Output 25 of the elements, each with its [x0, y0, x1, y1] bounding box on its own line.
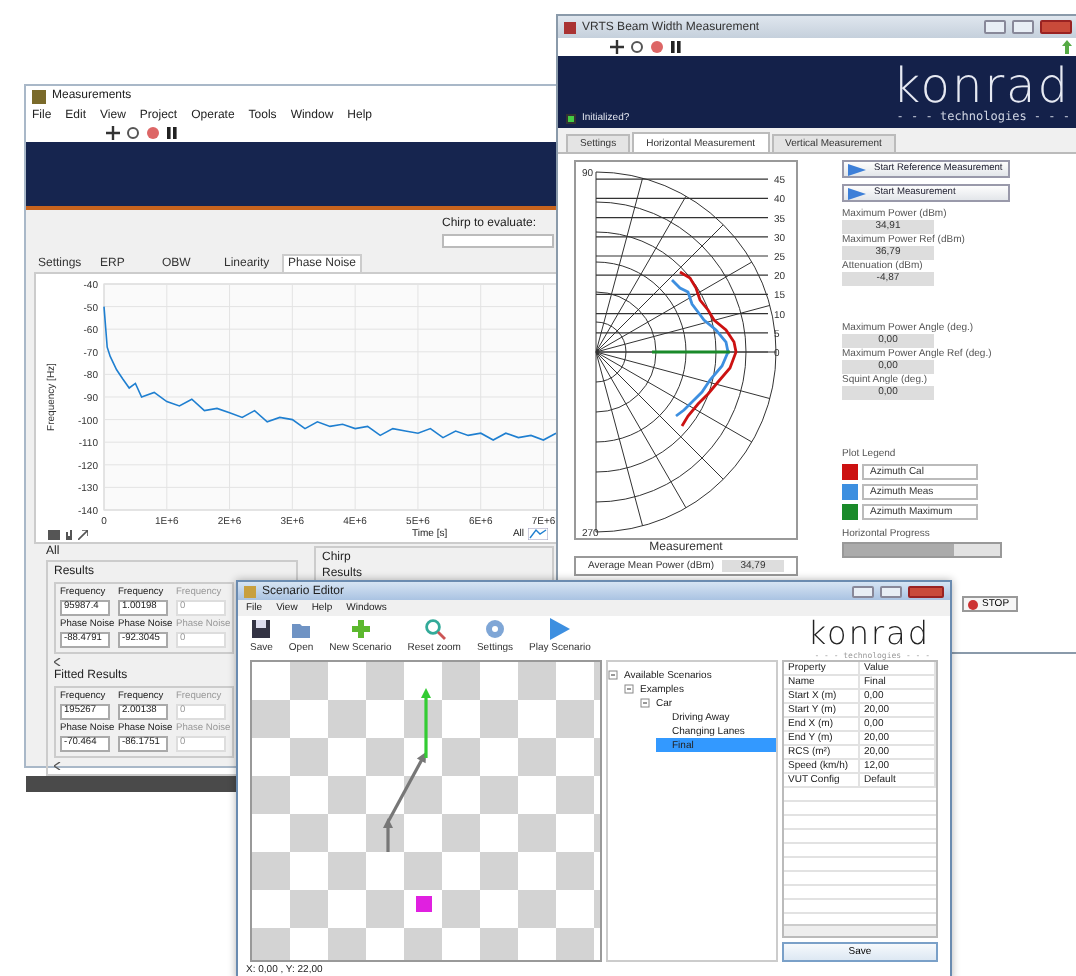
close-button[interactable] — [908, 585, 944, 597]
logo-text: konrad — [892, 62, 1070, 110]
heading-arrow — [421, 688, 431, 758]
target-marker — [416, 896, 432, 912]
minimize-button[interactable] — [984, 20, 1006, 34]
maximize-button[interactable] — [1012, 20, 1034, 34]
stop-icon — [146, 126, 160, 140]
stop-icon — [650, 40, 664, 54]
chirp-field[interactable] — [442, 234, 554, 248]
app-icon — [244, 585, 256, 597]
maximize-button[interactable] — [880, 585, 902, 597]
pause-icon — [670, 40, 682, 54]
grid-canvas[interactable] — [250, 660, 602, 962]
stop-icon — [968, 599, 978, 609]
up-arrow-icon — [1062, 40, 1072, 54]
scroll-left-icon — [54, 658, 62, 666]
plus-icon — [349, 618, 372, 640]
minimize-button[interactable] — [852, 585, 874, 597]
app-icon — [564, 21, 576, 33]
zoom-icon — [78, 529, 88, 539]
magnifier-icon — [423, 618, 446, 640]
pause-icon — [166, 126, 178, 140]
app-icon — [32, 89, 46, 103]
scroll-left-icon — [54, 762, 62, 770]
logo-text: konrad — [807, 618, 930, 650]
